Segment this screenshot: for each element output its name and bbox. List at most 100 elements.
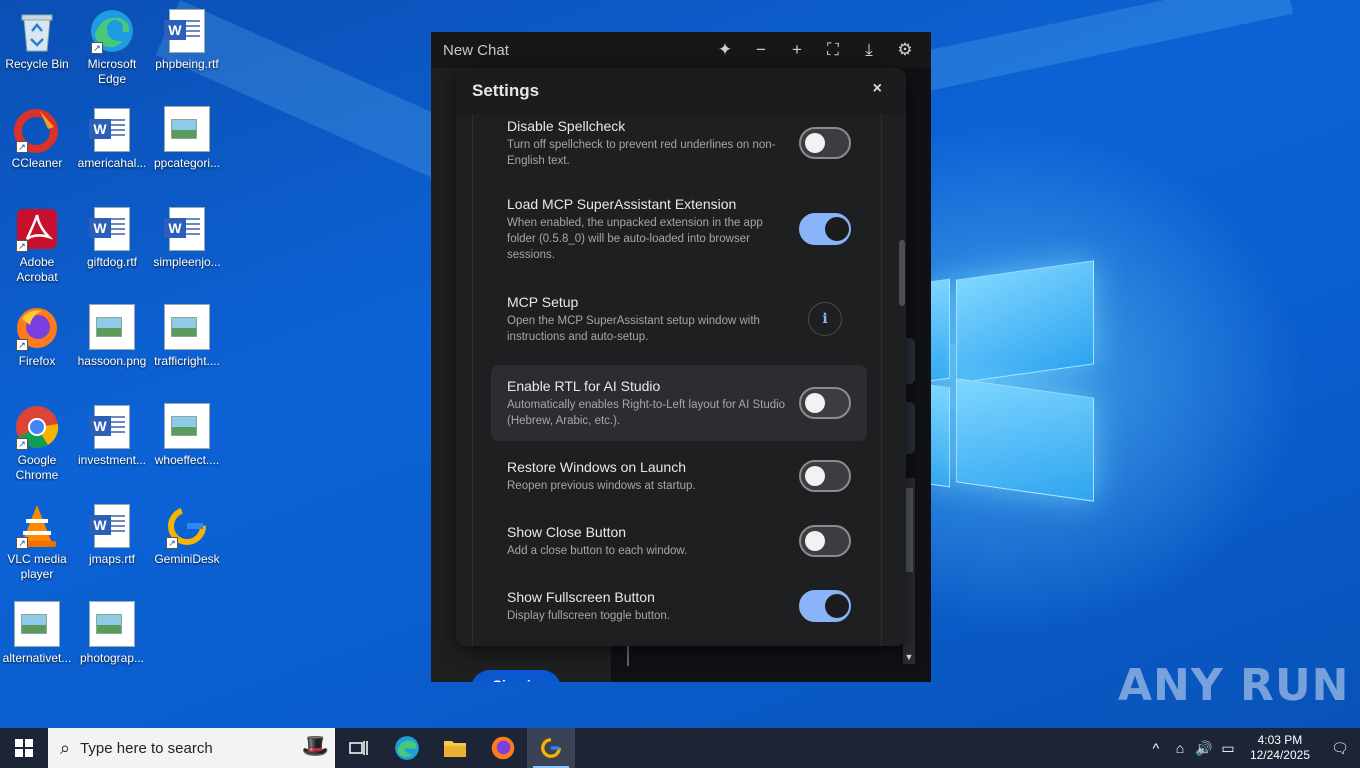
- desktop-icon-recycle-bin[interactable]: Recycle Bin: [0, 8, 74, 72]
- network-icon[interactable]: ▭: [1216, 740, 1240, 757]
- download-icon[interactable]: ⤓: [851, 40, 887, 60]
- icon-label: Google Chrome: [15, 453, 59, 482]
- icon-label: Recycle Bin: [5, 57, 69, 71]
- setting-disable-spellcheck: Disable Spellcheck Turn off spellcheck t…: [491, 114, 867, 172]
- desktop-icon-jmaps[interactable]: jmaps.rtf: [75, 503, 149, 567]
- taskbar-edge-icon[interactable]: [383, 728, 431, 768]
- system-tray: ^ ⌂ 🔊 ▭ 4:03 PM 12/24/2025 🗨: [1144, 728, 1360, 768]
- toggle-show-fullscreen-button[interactable]: [799, 590, 851, 622]
- desktop-icon-trafficright[interactable]: trafficright....: [150, 303, 224, 369]
- file-explorer-icon[interactable]: [431, 728, 479, 768]
- scroll-down-arrow-icon[interactable]: ▼: [903, 650, 915, 664]
- desktop-icon-whoeffect[interactable]: whoeffect....: [150, 402, 224, 468]
- toggle-disable-spellcheck[interactable]: [799, 127, 851, 159]
- icon-label: Adobe Acrobat: [16, 255, 58, 284]
- window-scrollbar-thumb[interactable]: [905, 488, 913, 572]
- minimize-icon[interactable]: −: [743, 40, 779, 60]
- word-doc-icon: [164, 207, 205, 251]
- setting-title: Restore Windows on Launch: [507, 458, 686, 475]
- desktop-icon-investment[interactable]: investment...: [75, 404, 149, 468]
- setting-title: MCP Setup: [507, 293, 579, 310]
- desktop-icon-firefox[interactable]: ↗ Firefox: [0, 305, 74, 369]
- volume-icon[interactable]: 🔊: [1192, 740, 1216, 757]
- settings-list[interactable]: Disable Spellcheck Turn off spellcheck t…: [472, 114, 882, 646]
- recycle-bin-icon: [14, 8, 60, 54]
- chrome-icon: ↗: [14, 404, 60, 450]
- desktop-icon-photograp[interactable]: photograp...: [75, 600, 149, 666]
- clock[interactable]: 4:03 PM 12/24/2025: [1240, 733, 1320, 763]
- desktop-icon-giftdog[interactable]: giftdog.rtf: [75, 206, 149, 270]
- new-window-icon[interactable]: +: [779, 40, 815, 60]
- word-doc-icon: [89, 504, 130, 548]
- desktop-icon-vlc[interactable]: ↗ VLC media player: [0, 503, 74, 582]
- setting-title: Show Close Button: [507, 523, 627, 540]
- desktop-icon-chrome[interactable]: ↗ Google Chrome: [0, 404, 74, 483]
- sign-in-button[interactable]: Sign in: [471, 670, 561, 682]
- word-doc-icon: [89, 207, 130, 251]
- window-title: New Chat: [443, 41, 509, 59]
- anyrun-watermark: ANY RUN: [1118, 660, 1350, 711]
- desktop-icon-alternativet[interactable]: alternativet...: [0, 600, 74, 666]
- icon-label: simpleenjo...: [153, 255, 221, 269]
- icon-label: giftdog.rtf: [86, 255, 138, 269]
- desktop-icon-ppcategori[interactable]: ppcategori...: [150, 105, 224, 171]
- desktop-icon-hassoon[interactable]: hassoon.png: [75, 303, 149, 369]
- taskbar-firefox-icon[interactable]: [479, 728, 527, 768]
- info-icon[interactable]: i: [808, 302, 842, 336]
- setting-description: Add a close button to each window.: [507, 544, 688, 557]
- desktop-icon-phpbeing[interactable]: phpbeing.rtf: [150, 8, 224, 72]
- start-button[interactable]: [0, 728, 48, 768]
- image-file-icon: [89, 303, 135, 350]
- close-icon[interactable]: ×: [873, 80, 882, 98]
- toggle-show-close-button[interactable]: [799, 525, 851, 557]
- setting-description: Automatically enables Right-to-Left layo…: [507, 398, 786, 427]
- setting-description: Turn off spellcheck to prevent red under…: [507, 138, 776, 167]
- icon-label: GeminiDesk: [154, 552, 220, 566]
- search-highlight-icon: 🎩: [301, 733, 329, 758]
- taskbar: ⌕ Type here to search 🎩 ^ ⌂ 🔊 ▭ 4:03 PM …: [0, 728, 1360, 768]
- chevron-up-icon[interactable]: ^: [1144, 740, 1168, 756]
- image-file-icon: [164, 105, 210, 152]
- task-view-icon[interactable]: [335, 728, 383, 768]
- setting-show-close-button: Show Close Button Add a close button to …: [491, 519, 867, 563]
- window-titlebar[interactable]: New Chat ✦ − + ⛶ ⤓ ⚙: [431, 32, 931, 68]
- desktop-icon-americahal[interactable]: americahal...: [75, 107, 149, 171]
- search-placeholder: Type here to search: [80, 739, 213, 757]
- gear-icon[interactable]: ⚙: [887, 40, 923, 60]
- desktop-icon-acrobat[interactable]: ↗ Adobe Acrobat: [0, 206, 74, 285]
- settings-title: Settings: [472, 81, 540, 100]
- taskbar-geminidesk-icon[interactable]: [527, 728, 575, 768]
- edge-icon: ↗: [89, 8, 135, 54]
- toggle-enable-rtl[interactable]: [799, 387, 851, 419]
- setting-description: When enabled, the unpacked extension in …: [507, 216, 763, 261]
- clock-time: 4:03 PM: [1257, 733, 1303, 747]
- toggle-load-mcp-extension[interactable]: [799, 213, 851, 245]
- setting-load-mcp-extension: Load MCP SuperAssistant Extension When e…: [491, 192, 867, 266]
- taskbar-search-box[interactable]: ⌕ Type here to search 🎩: [48, 728, 335, 768]
- sparkle-icon[interactable]: ✦: [707, 40, 743, 60]
- notification-icon[interactable]: 🗨: [1320, 740, 1360, 757]
- ccleaner-icon: ↗: [14, 107, 60, 153]
- desktop-icon-ccleaner[interactable]: ↗ CCleaner: [0, 107, 74, 171]
- icon-label: americahal...: [77, 156, 147, 170]
- settings-scrollbar-thumb[interactable]: [899, 240, 905, 306]
- geminidesk-icon: ↗: [164, 503, 210, 549]
- icon-label: trafficright....: [154, 354, 220, 368]
- icon-label: Microsoft Edge: [87, 57, 137, 86]
- desktop-icon-geminidesk[interactable]: ↗ GeminiDesk: [150, 503, 224, 567]
- desktop-icon-simpleenjo[interactable]: simpleenjo...: [150, 206, 224, 270]
- toggle-restore-windows[interactable]: [799, 460, 851, 492]
- windows-start-icon: [15, 739, 33, 757]
- setting-description: Reopen previous windows at startup.: [507, 479, 696, 492]
- setting-title: Enable RTL for AI Studio: [507, 377, 661, 394]
- setting-enable-rtl: Enable RTL for AI Studio Automatically e…: [491, 365, 867, 441]
- windows-logo-wallpaper: [930, 258, 1095, 513]
- fullscreen-icon[interactable]: ⛶: [815, 40, 851, 60]
- setting-mcp-setup: MCP Setup Open the MCP SuperAssistant se…: [491, 290, 867, 348]
- network-device-icon[interactable]: ⌂: [1168, 740, 1192, 756]
- desktop-icon-edge[interactable]: ↗ Microsoft Edge: [75, 8, 149, 87]
- setting-restore-windows: Restore Windows on Launch Reopen previou…: [491, 454, 867, 498]
- vlc-icon: ↗: [14, 503, 60, 549]
- setting-description: Open the MCP SuperAssistant setup window…: [507, 314, 760, 343]
- image-file-icon: [89, 600, 135, 647]
